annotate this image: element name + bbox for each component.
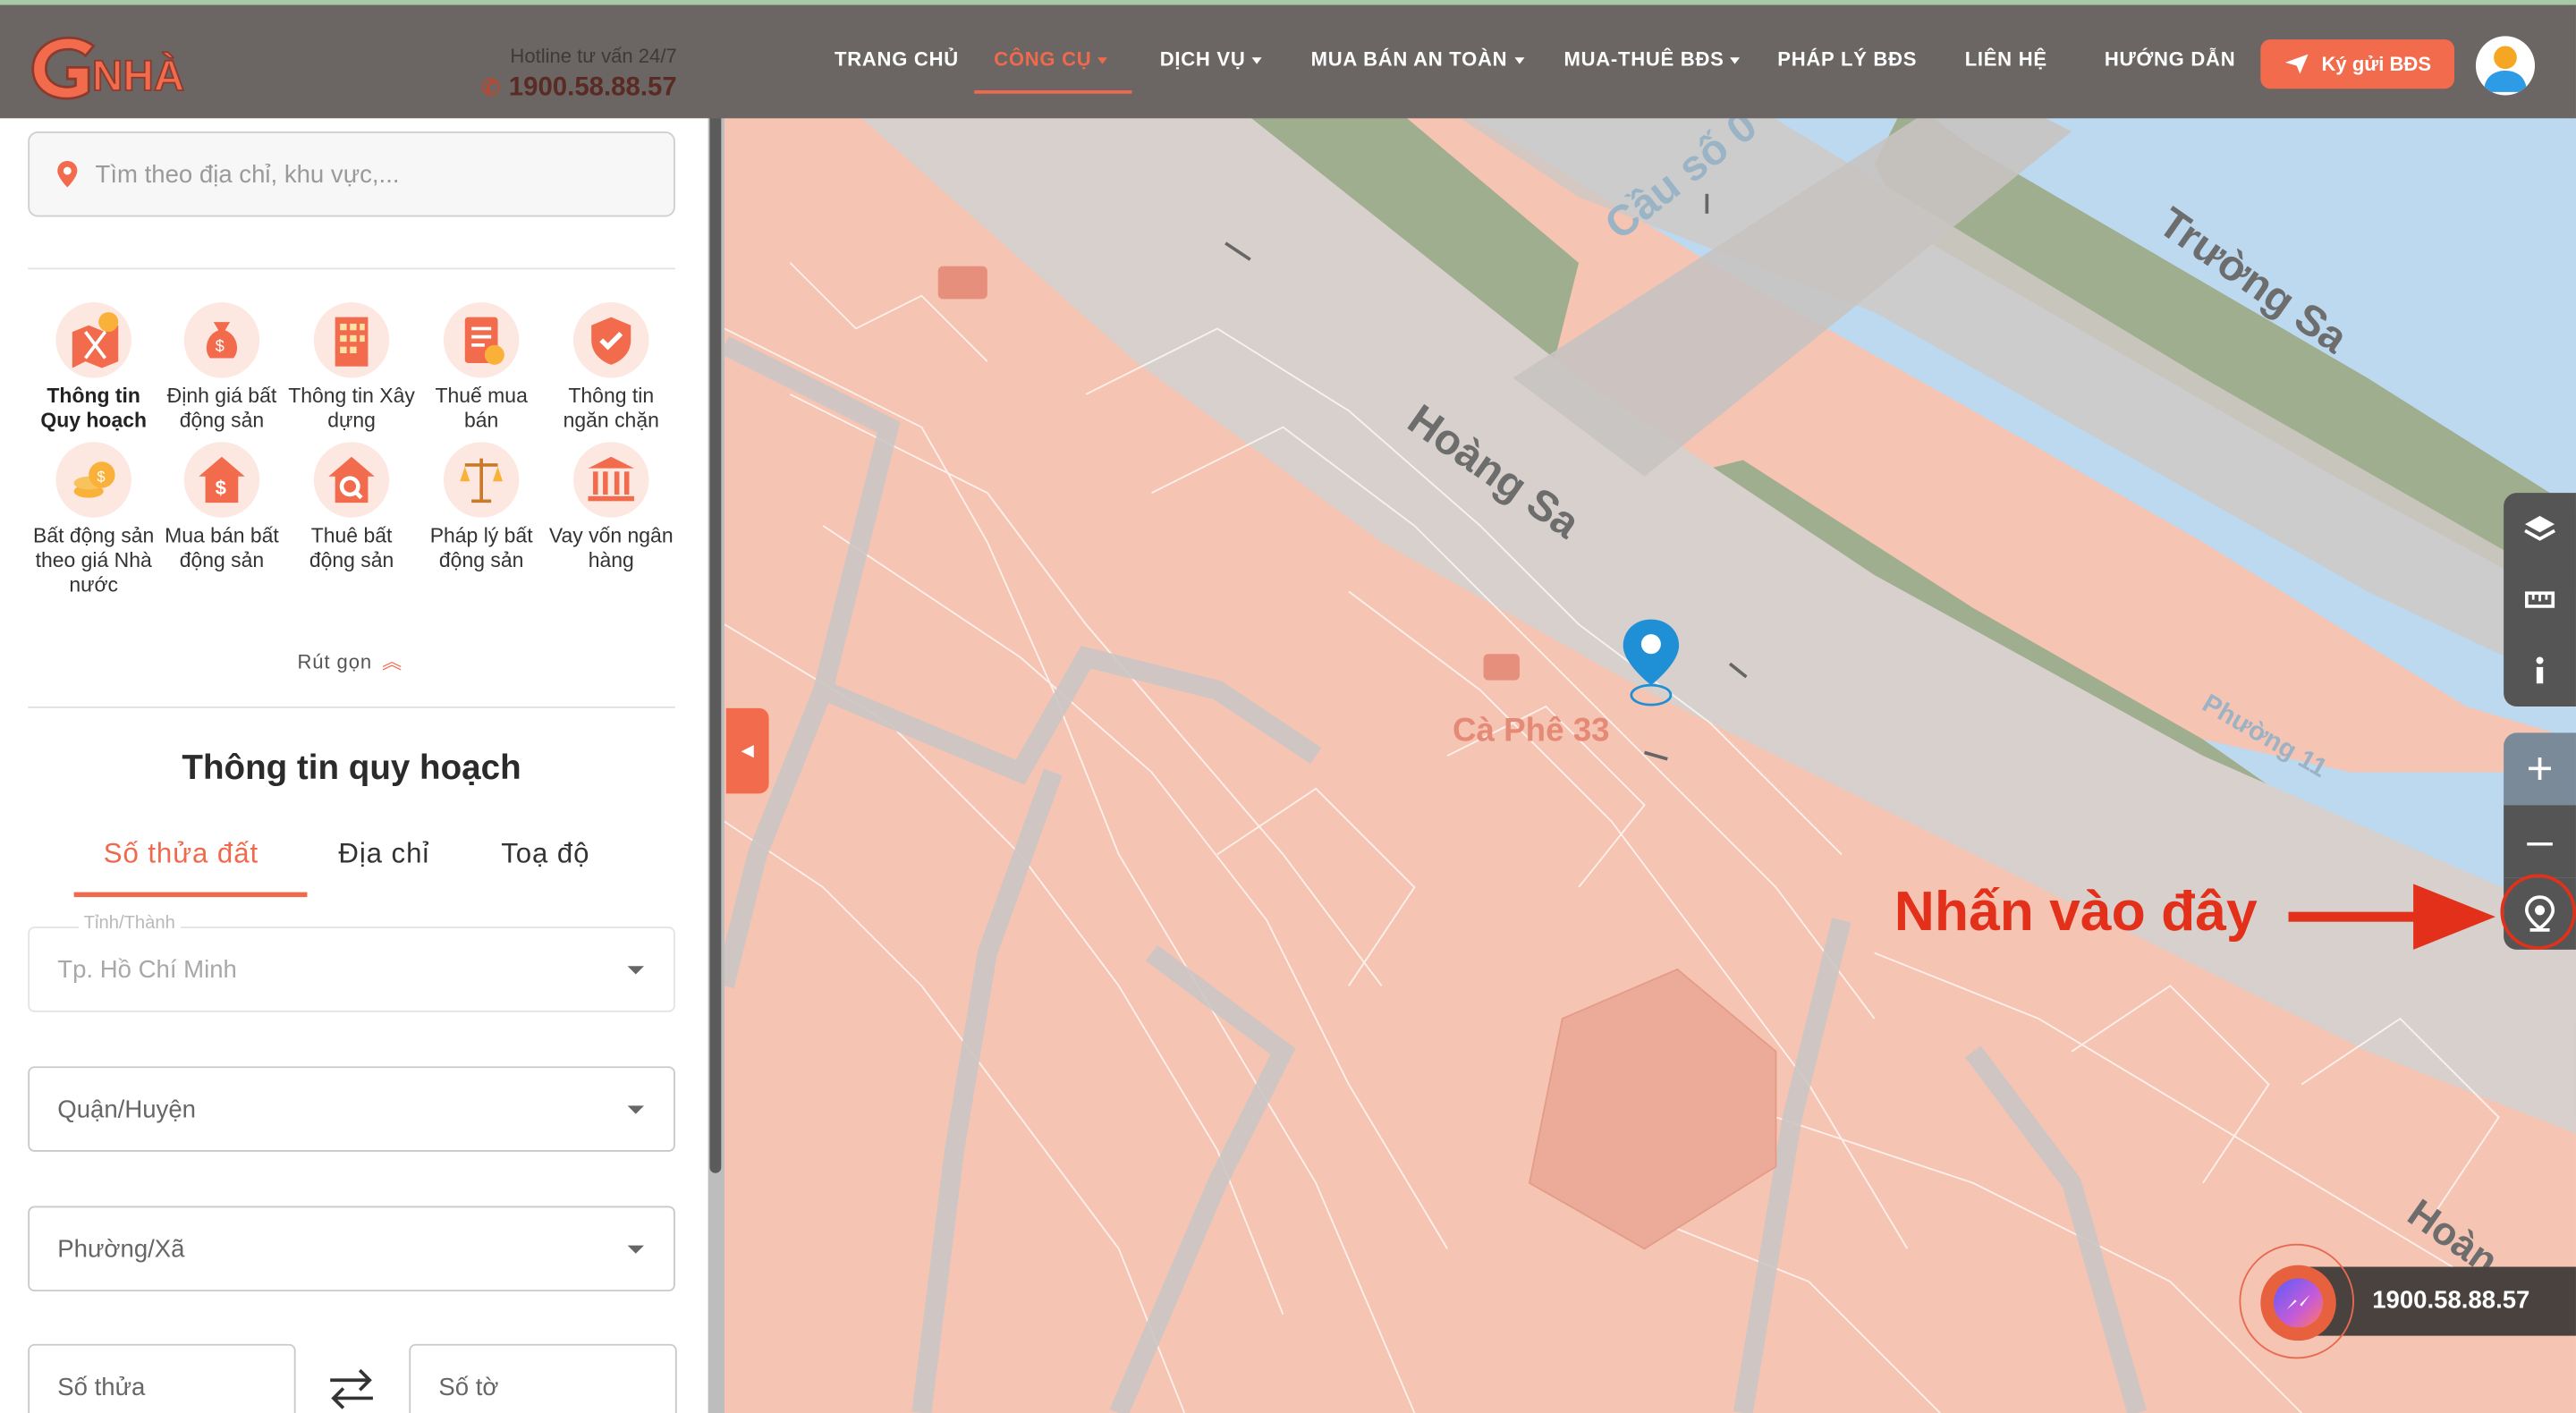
bank-icon	[573, 442, 649, 518]
caret-down-icon	[627, 966, 644, 975]
phone-icon: ✆	[481, 73, 501, 101]
nav-huong-dan[interactable]: HƯỚNG DẪN	[2105, 47, 2236, 71]
house-dollar-icon: $	[183, 442, 260, 518]
user-icon	[2484, 46, 2527, 92]
divider	[28, 267, 675, 270]
nav-lien-he[interactable]: LIÊN HỆ	[1965, 47, 2047, 71]
tool-state-price[interactable]: $ Bất động sản theo giá Nhà nước	[28, 442, 159, 598]
nav-active-underline	[974, 90, 1132, 94]
send-icon	[2285, 54, 2309, 74]
map-label-cafe: Cà Phê 33	[1452, 713, 1610, 749]
tool-property-valuation[interactable]: $ Định giá bất động sản	[156, 302, 287, 434]
parcel-number-input[interactable]: Số thửa	[28, 1343, 296, 1413]
deposit-property-button[interactable]: Ký gửi BĐS	[2260, 39, 2455, 89]
caret-down-icon	[1730, 56, 1741, 64]
building-icon	[313, 302, 390, 378]
annotation-arrow-icon	[2288, 884, 2496, 950]
swap-icon[interactable]	[324, 1364, 379, 1413]
nav-trang-chu[interactable]: TRANG CHỦ	[835, 47, 959, 71]
map-canvas[interactable]: Cầu số 0 Trường Sa Hoàng Sa Phường 11 Cà…	[724, 0, 2576, 1413]
left-sidebar: Tìm theo địa chỉ, khu vực,... Thông tin …	[0, 118, 710, 1413]
messenger-button[interactable]	[2239, 1243, 2354, 1359]
sheet-placeholder: Số tờ	[438, 1372, 499, 1401]
gnha-logo[interactable]: NHÀ	[26, 28, 191, 104]
map-pin-icon[interactable]	[1620, 616, 1682, 712]
chevron-up-icon: ︽	[382, 650, 403, 674]
logo-text: NHÀ	[92, 52, 184, 100]
collapse-tools-button[interactable]: Rút gọn ︽	[297, 647, 402, 675]
nav-phap-ly-bds[interactable]: PHÁP LÝ BĐS	[1777, 47, 1917, 71]
tool-block-info[interactable]: Thông tin ngăn chặn	[546, 302, 677, 434]
nav-dich-vu[interactable]: DỊCH VỤ	[1160, 47, 1262, 71]
tool-planning-info[interactable]: Thông tin Quy hoạch	[28, 302, 159, 434]
hotline-number[interactable]: ✆ 1900.58.88.57	[470, 73, 677, 104]
tool-construction-info[interactable]: Thông tin Xây dựng	[286, 302, 418, 434]
tab-active-underline	[73, 892, 308, 898]
province-label: Tỉnh/Thành	[79, 913, 181, 934]
sidebar-scrollbar-thumb[interactable]	[709, 10, 722, 1173]
annotation-highlight-circle	[2500, 874, 2576, 950]
shield-check-icon	[573, 302, 649, 378]
messenger-icon	[2273, 1278, 2324, 1328]
zoom-in-button[interactable]: +	[2504, 732, 2576, 806]
floating-hotline-number[interactable]: 1900.58.88.57	[2372, 1287, 2529, 1315]
layers-icon[interactable]	[2523, 514, 2556, 544]
district-select[interactable]: Quận/Huyện	[28, 1066, 675, 1152]
annotation-text: Nhấn vào đây	[1894, 880, 2258, 943]
caret-down-icon	[1251, 56, 1262, 64]
parcel-placeholder: Số thửa	[57, 1372, 146, 1401]
tab-parcel-number[interactable]: Số thửa đất	[104, 838, 258, 871]
coins-icon: $	[55, 442, 131, 518]
nav-mua-ban-an-toan[interactable]: MUA BÁN AN TOÀN	[1311, 47, 1524, 71]
hotline-label: Hotline tư vấn 24/7	[510, 44, 677, 68]
planning-map-icon	[55, 302, 131, 378]
svg-text:$: $	[216, 477, 226, 499]
deposit-label: Ký gửi BĐS	[2321, 52, 2432, 76]
scales-icon	[443, 442, 520, 518]
location-search-input[interactable]: Tìm theo địa chỉ, khu vực,...	[28, 131, 675, 217]
hotline-number-text[interactable]: 1900.58.88.57	[509, 74, 677, 102]
sidebar-collapse-toggle[interactable]: ◀	[725, 707, 769, 794]
tax-document-icon	[443, 302, 520, 378]
caret-down-icon	[627, 1245, 644, 1254]
user-avatar[interactable]	[2475, 36, 2536, 96]
province-value: Tp. Hồ Chí Minh	[57, 955, 237, 984]
tool-transfer-tax[interactable]: Thuế mua bán	[416, 302, 547, 434]
caret-down-icon	[1513, 56, 1524, 64]
search-placeholder: Tìm theo địa chỉ, khu vực,...	[95, 160, 400, 189]
top-header: NHÀ Hotline tư vấn 24/7 ✆ 1900.58.88.57 T…	[0, 0, 2576, 119]
ward-select[interactable]: Phường/Xã	[28, 1206, 675, 1292]
map-tools-group	[2504, 493, 2576, 706]
caret-down-icon	[627, 1105, 644, 1114]
tab-coordinates[interactable]: Toạ độ	[501, 838, 589, 871]
info-icon[interactable]	[2533, 656, 2546, 685]
plus-icon: +	[2526, 742, 2554, 794]
district-placeholder: Quận/Huyện	[57, 1095, 196, 1123]
tool-rent[interactable]: Thuê bất động sản	[286, 442, 418, 573]
nav-mua-thue-bds[interactable]: MUA-THUÊ BĐS	[1564, 47, 1741, 71]
nav-cong-cu[interactable]: CÔNG CỤ	[994, 47, 1108, 71]
svg-text:$: $	[216, 336, 225, 355]
ward-placeholder: Phường/Xã	[57, 1234, 185, 1263]
chevron-left-icon: ◀	[741, 741, 754, 760]
caret-down-icon	[1097, 56, 1108, 64]
divider	[28, 706, 675, 708]
svg-text:$: $	[97, 468, 105, 485]
tool-buy-sell[interactable]: $ Mua bán bất động sản	[156, 442, 287, 573]
ruler-icon[interactable]	[2523, 587, 2556, 613]
money-bag-icon: $	[183, 302, 260, 378]
sheet-number-input[interactable]: Số tờ	[409, 1343, 677, 1413]
house-search-icon	[313, 442, 390, 518]
map-marker-icon	[57, 161, 78, 188]
section-title: Thông tin quy hoạch	[182, 749, 521, 788]
zoom-out-button[interactable]: –	[2504, 805, 2576, 878]
tool-legal[interactable]: Pháp lý bất động sản	[416, 442, 547, 573]
province-select[interactable]: Tỉnh/Thành Tp. Hồ Chí Minh	[28, 913, 675, 1012]
tab-address[interactable]: Địa chỉ	[338, 838, 429, 871]
tool-bank-loan[interactable]: Vay vốn ngân hàng	[546, 442, 677, 573]
collapse-label: Rút gọn	[297, 650, 373, 674]
minus-icon: –	[2527, 815, 2553, 867]
